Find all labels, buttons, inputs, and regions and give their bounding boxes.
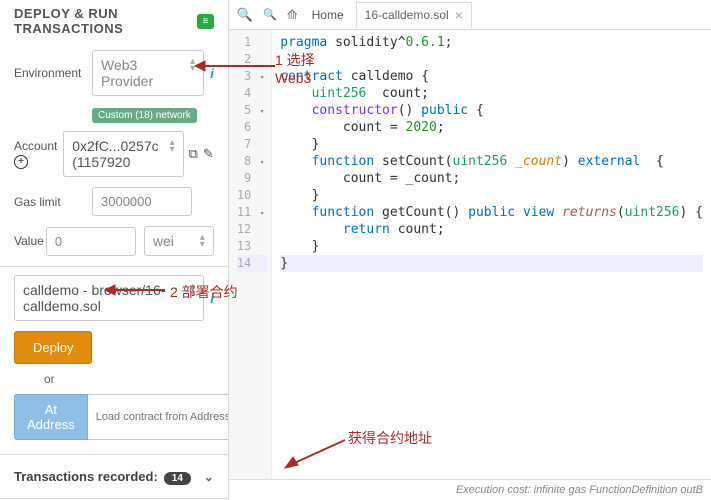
info-icon[interactable]: i	[210, 291, 214, 306]
home-tab[interactable]: Home	[306, 6, 350, 24]
zoom-in-icon[interactable]: 🔍	[235, 7, 255, 23]
gas-limit-input[interactable]	[92, 187, 192, 216]
chevron-down-icon[interactable]: ⌄	[204, 470, 214, 484]
panel-title: DEPLOY & RUN TRANSACTIONS	[14, 6, 191, 36]
account-label: Account +	[14, 139, 63, 169]
chevron-updown-icon: ▴▾	[170, 139, 175, 153]
at-address-input[interactable]	[88, 394, 229, 440]
chevron-updown-icon: ▴▾	[190, 283, 195, 297]
at-address-button[interactable]: At Address	[14, 394, 88, 440]
transactions-label: Transactions recorded:14	[14, 469, 191, 484]
chevron-updown-icon: ▴▾	[200, 234, 205, 248]
status-bar: Execution cost: infinite gas FunctionDef…	[229, 479, 711, 500]
value-unit-select[interactable]: wei ▴▾	[144, 226, 214, 256]
value-label: Value	[14, 234, 46, 248]
copy-icon[interactable]: ⧉	[189, 146, 198, 162]
panel-badge-icon: ≡	[197, 14, 213, 29]
tx-count-badge: 14	[164, 472, 191, 485]
source-code[interactable]: pragma solidity^0.6.1; contract calldemo…	[272, 30, 711, 479]
info-icon[interactable]: i	[210, 66, 214, 81]
edit-icon[interactable]: ✎	[203, 146, 214, 162]
network-badge: Custom (18) network	[92, 108, 197, 123]
account-select[interactable]: 0x2fC...0257c (1157920 ▴▾	[63, 131, 183, 177]
plus-icon[interactable]: +	[14, 155, 28, 169]
close-tab-icon[interactable]: ×	[455, 7, 463, 23]
file-tab[interactable]: 16-calldemo.sol ×	[356, 2, 472, 28]
line-gutter: 1234567891011121314	[229, 30, 272, 479]
chevron-updown-icon: ▴▾	[190, 58, 195, 72]
home-icon[interactable]: ⟰	[285, 7, 300, 23]
deploy-button[interactable]: Deploy	[14, 331, 92, 364]
env-label: Environment	[14, 66, 92, 80]
or-text: or	[44, 372, 214, 386]
environment-select[interactable]: Web3 Provider ▴▾	[92, 50, 204, 96]
gas-label: Gas limit	[14, 195, 92, 209]
zoom-out-icon[interactable]: 🔍	[261, 8, 279, 21]
value-input[interactable]	[46, 227, 136, 256]
contract-select[interactable]: calldemo - browser/16-calldemo.sol ▴▾	[14, 275, 204, 321]
